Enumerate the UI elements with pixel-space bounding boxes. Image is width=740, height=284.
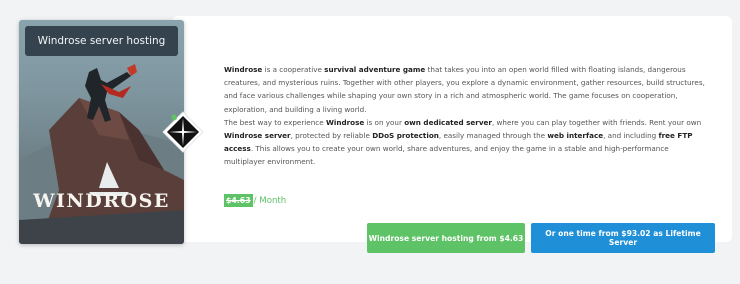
description-bold-text: own dedicated server	[404, 117, 492, 127]
description-paragraph-2: The best way to experience Windrose is o…	[224, 116, 710, 169]
description-text: , protected by reliable	[290, 131, 373, 141]
description-bold-text: Windrose	[325, 117, 365, 127]
order-monthly-button[interactable]: Windrose server hosting from $4.63	[367, 223, 525, 253]
description-bold-text: web interface	[547, 131, 604, 141]
description-text: The best way to experience	[224, 117, 326, 127]
game-cover-image: Windrose server hosting WINDROSE	[19, 20, 184, 244]
price-amount: $4.63	[224, 194, 253, 207]
description-bold-text: survival adventure game	[324, 65, 426, 74]
description-text: , where you can play together with frien…	[491, 117, 702, 127]
description-bold-text: DDoS protection	[372, 131, 439, 141]
cover-wordmark: WINDROSE	[33, 190, 170, 212]
description-text: . This allows you to create your own wor…	[224, 144, 669, 167]
description-text: , and including	[603, 131, 659, 141]
game-description: Windrose is a cooperative survival adven…	[224, 63, 710, 169]
cover-title-badge: Windrose server hosting	[25, 26, 178, 56]
windrose-logo-icon	[162, 111, 204, 153]
description-paragraph-1: Windrose is a cooperative survival adven…	[224, 63, 710, 116]
description-text: , easily managed through the	[438, 131, 548, 141]
description-text: is a cooperative	[262, 65, 325, 74]
description-bold-text: Windrose server	[224, 131, 291, 141]
order-lifetime-button[interactable]: Or one time from $93.02 as Lifetime Serv…	[531, 223, 715, 253]
price-period: / Month	[253, 195, 287, 206]
price-display: $4.63 / Month	[224, 194, 286, 207]
description-bold-text: Windrose	[224, 65, 263, 74]
description-text: is on your	[364, 117, 405, 127]
